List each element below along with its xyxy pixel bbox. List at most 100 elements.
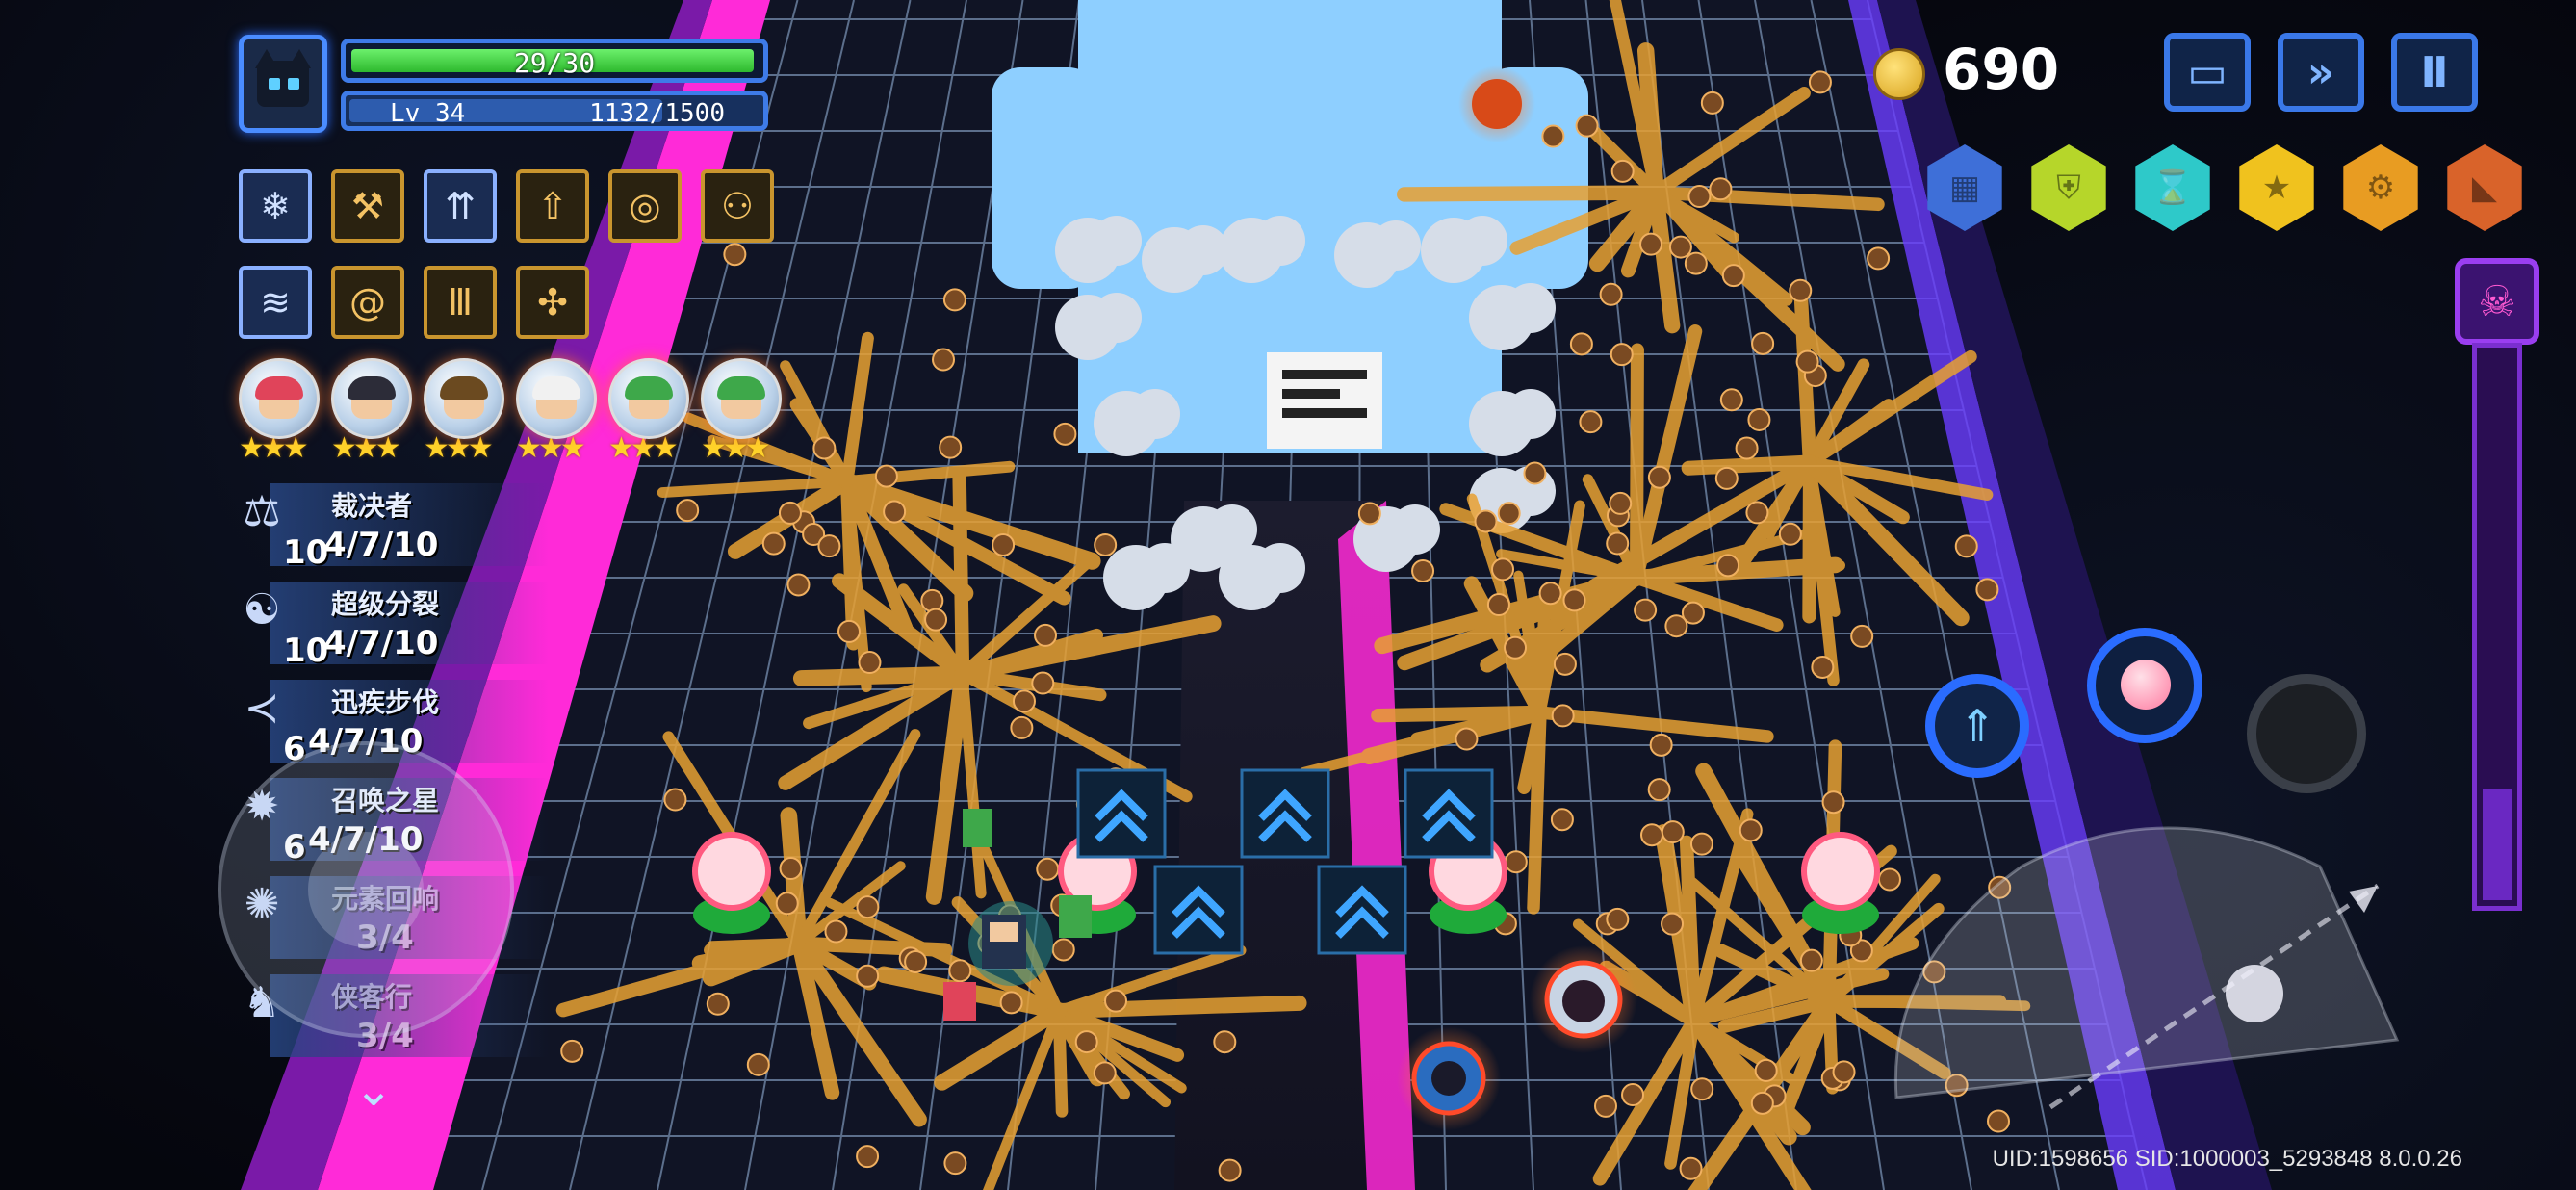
smoke-puff [1255, 216, 1305, 266]
hero-card: ★★★ [424, 358, 504, 465]
folder-button[interactable]: ▭ [2164, 33, 2251, 112]
projectile [858, 651, 882, 675]
projectile [1610, 343, 1634, 367]
projectile [1649, 733, 1673, 757]
projectile [706, 992, 730, 1016]
projectile [1850, 624, 1874, 648]
smoke-puff [1255, 543, 1305, 593]
movement-joystick[interactable] [218, 741, 514, 1038]
hero-portrait [424, 358, 504, 439]
fast-forward-icon: » [2306, 47, 2335, 97]
pillar-icon: Ⅲ [424, 266, 497, 339]
fire-orb [1458, 65, 1535, 142]
projectile [1610, 159, 1635, 183]
projectile [1357, 502, 1381, 526]
joystick-knob[interactable] [308, 832, 424, 947]
spike [1397, 185, 1663, 202]
projectile [1036, 857, 1060, 881]
chevron-down-icon[interactable]: ⌄ [354, 1063, 393, 1117]
projectile [779, 857, 803, 881]
projectile [1745, 501, 1769, 525]
projectile [942, 288, 966, 312]
hero-portrait [516, 358, 597, 439]
projectile [1213, 1030, 1237, 1054]
projectile [1504, 850, 1528, 874]
projectile [1486, 593, 1510, 617]
smoke-puff [1371, 220, 1421, 271]
synergy-count: 10 [283, 533, 329, 572]
projectile [1606, 531, 1630, 556]
spike [1681, 454, 1817, 476]
turret-head [1801, 832, 1880, 911]
projectile [1094, 532, 1118, 556]
projectile [1751, 331, 1775, 355]
arrows-up-icon: ⇈ [424, 169, 497, 243]
synergy-name: 迅疾步伐 [331, 686, 440, 718]
health-text: 29/30 [513, 47, 596, 79]
spike [704, 937, 806, 957]
projectile [1687, 185, 1712, 209]
projectile [924, 608, 948, 632]
player-avatar [239, 35, 327, 133]
chevrons-up-icon: ⇑ [1958, 700, 1996, 752]
hero-card: ★★★ [331, 358, 412, 465]
projectile [1647, 465, 1671, 489]
projectile [939, 435, 963, 459]
fast-forward-button[interactable]: » [2278, 33, 2364, 112]
projectile [1789, 278, 1813, 302]
projectile [1538, 582, 1562, 606]
projectile [1709, 177, 1733, 201]
aim-joystick[interactable] [1877, 809, 2416, 1117]
synergy-progress: 4/7/10 [323, 526, 439, 564]
hero-portrait [239, 358, 320, 439]
fast-step-icon: ≺ [244, 684, 280, 733]
spike [952, 466, 970, 682]
synergy-item[interactable]: ⚖ 裁决者 10 4/7/10 [231, 478, 549, 574]
spike [1679, 835, 1702, 1028]
projectile [1639, 232, 1663, 256]
spike [1629, 343, 1644, 585]
projectile [1735, 436, 1759, 460]
hammer-icon: ⚒ [331, 169, 404, 243]
projectile [1497, 502, 1521, 526]
xp-text: 1132/1500 [589, 99, 725, 128]
projectile [1750, 1091, 1774, 1115]
hero-card: ★★★ [516, 358, 597, 465]
projectile [837, 619, 861, 643]
projectile [1754, 1058, 1778, 1082]
smoke-puff [1092, 293, 1142, 343]
pause-button[interactable]: Ⅱ [2391, 33, 2478, 112]
synergy-item[interactable]: ☯ 超级分裂 10 4/7/10 [231, 576, 549, 672]
projectile [856, 964, 880, 988]
projectile [874, 464, 898, 488]
projectile [999, 991, 1023, 1015]
hero-card: ★★★ [239, 358, 320, 465]
projectile [1778, 522, 1802, 546]
enemy-orb-1 [1530, 945, 1637, 1053]
projectile [1455, 727, 1479, 751]
turret-head [692, 832, 771, 911]
synergy-name: 裁决者 [331, 490, 413, 522]
projectile [1034, 623, 1058, 647]
hero-portrait [331, 358, 412, 439]
projectile [1579, 410, 1603, 434]
projectile [1606, 907, 1630, 931]
smoke-puff [1390, 504, 1440, 555]
boss-gauge [2472, 343, 2522, 911]
projectile [1609, 491, 1633, 515]
pet-skill-button[interactable] [2087, 628, 2202, 743]
projectile [992, 532, 1016, 556]
projectile [786, 573, 811, 597]
projectile [1684, 251, 1708, 275]
projectile [1795, 349, 1819, 374]
projectile [1690, 1077, 1714, 1101]
empty-skill-slot[interactable] [2247, 674, 2366, 793]
projectile [1504, 635, 1528, 660]
projectile [932, 348, 956, 372]
hero-portrait [701, 358, 782, 439]
projectile [1679, 1156, 1703, 1180]
projectile [1808, 70, 1832, 94]
snowflake-icon: ❄ [239, 169, 312, 243]
dash-skill-button[interactable]: ⇑ [1925, 674, 2029, 778]
hero-card: ★★★ [701, 358, 782, 465]
